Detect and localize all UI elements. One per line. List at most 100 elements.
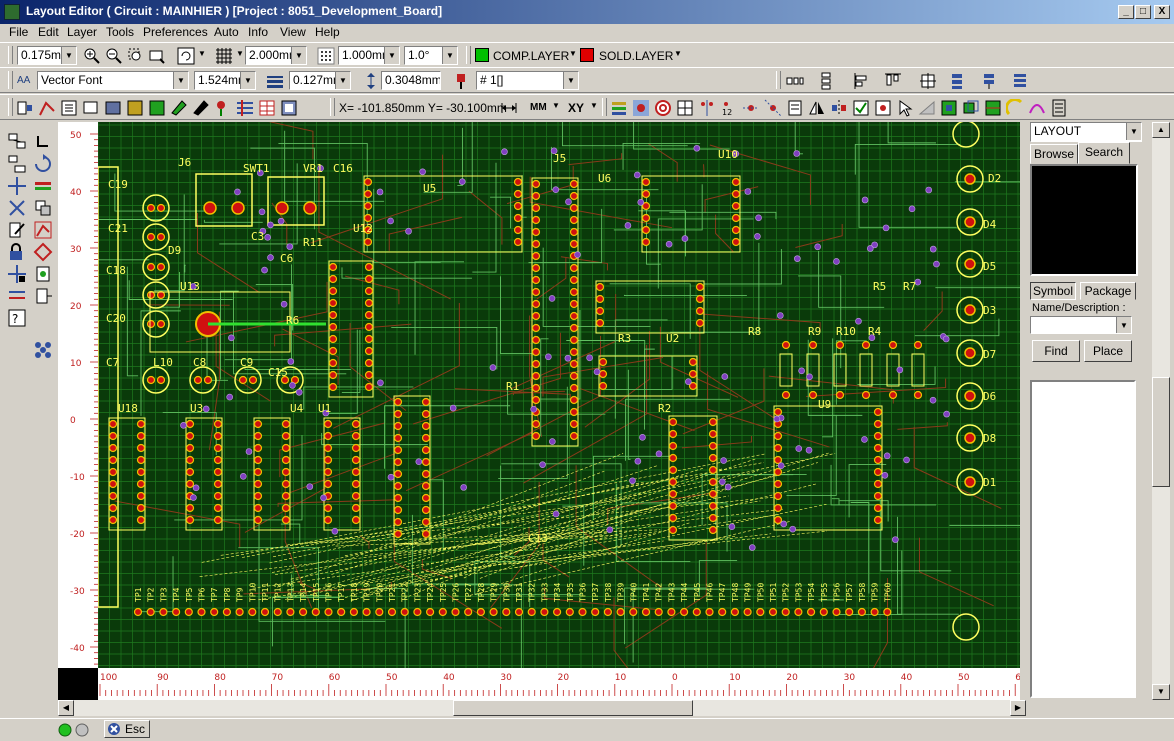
- tab-browse[interactable]: Browse: [1030, 144, 1078, 164]
- xy-mode-select[interactable]: XY: [568, 101, 584, 115]
- target-icon[interactable]: [654, 99, 672, 117]
- horizontal-scrollbar[interactable]: ◀ ▶: [58, 700, 1026, 716]
- hierarchy-icon[interactable]: [7, 132, 27, 152]
- grid-toggle-icon[interactable]: [676, 99, 694, 117]
- route-track-icon[interactable]: [33, 220, 53, 240]
- menu-auto[interactable]: Auto: [214, 25, 239, 39]
- undo-icon[interactable]: [33, 132, 53, 152]
- select-component-icon[interactable]: [16, 99, 34, 117]
- angle-select[interactable]: 1.0°▼: [404, 46, 458, 65]
- pcb-canvas[interactable]: TP1TP2TP3TP4TP5TP6TP7TP8TP9TP10TP11TP12T…: [58, 122, 1020, 700]
- toolbar-grip[interactable]: [602, 98, 607, 116]
- redraw-icon[interactable]: [177, 47, 195, 65]
- net-select[interactable]: # 1[]▼: [476, 71, 579, 90]
- swap-icon[interactable]: [918, 99, 936, 117]
- tab-search[interactable]: Search: [1078, 142, 1130, 164]
- array-icon[interactable]: [33, 340, 53, 360]
- pcb-drawing[interactable]: TP1TP2TP3TP4TP5TP6TP7TP8TP9TP10TP11TP12T…: [58, 122, 1020, 668]
- fill-area-icon[interactable]: [104, 99, 122, 117]
- pointer-icon[interactable]: [896, 99, 914, 117]
- rotate-icon[interactable]: [33, 154, 53, 174]
- move-icon[interactable]: [7, 176, 27, 196]
- chevron-down-icon[interactable]: ▼: [335, 72, 350, 89]
- scroll-up-arrow[interactable]: ▲: [1152, 122, 1170, 138]
- zoom-out-icon[interactable]: [105, 47, 123, 65]
- curve-icon[interactable]: [1028, 99, 1046, 117]
- route-icon[interactable]: [38, 99, 56, 117]
- board-view-icon[interactable]: [984, 99, 1002, 117]
- image-icon[interactable]: [280, 99, 298, 117]
- comp-layer-label[interactable]: COMP.LAYER: [493, 49, 569, 63]
- name-description-input[interactable]: ▼: [1030, 316, 1132, 334]
- chevron-down-icon[interactable]: ▼: [1116, 317, 1131, 334]
- menu-layer[interactable]: Layer: [67, 25, 97, 39]
- units-select[interactable]: MM: [530, 102, 547, 113]
- menu-help[interactable]: Help: [315, 25, 340, 39]
- autoroute-icon[interactable]: [742, 99, 760, 117]
- anchor-icon[interactable]: [33, 242, 53, 262]
- component-icon[interactable]: [33, 264, 53, 284]
- horizontal-scroll-thumb[interactable]: [453, 700, 693, 716]
- component-view-icon[interactable]: [632, 99, 650, 117]
- help-icon[interactable]: ?: [7, 308, 27, 328]
- align-left-icon[interactable]: [853, 72, 871, 90]
- pad-icon[interactable]: [214, 99, 232, 117]
- toolbar-grip[interactable]: [8, 98, 13, 116]
- lock-icon[interactable]: [7, 242, 27, 262]
- via-icon[interactable]: [192, 99, 210, 117]
- center-icon[interactable]: [919, 72, 937, 90]
- chevron-down-icon[interactable]: ▼: [61, 47, 76, 64]
- chevron-down-icon[interactable]: ▼: [674, 49, 682, 58]
- chevron-down-icon[interactable]: ▼: [236, 49, 244, 58]
- netlist-icon[interactable]: [1050, 99, 1068, 117]
- scroll-down-arrow[interactable]: ▼: [1152, 684, 1170, 700]
- menu-info[interactable]: Info: [248, 25, 268, 39]
- zoom-fit-icon[interactable]: [148, 47, 166, 65]
- align-vertical-icon[interactable]: [817, 72, 835, 90]
- chevron-down-icon[interactable]: ▼: [590, 101, 598, 110]
- numbering-icon[interactable]: 12: [720, 99, 738, 117]
- chevron-down-icon[interactable]: ▼: [384, 47, 399, 64]
- zoom-in-icon[interactable]: [83, 47, 101, 65]
- stack-icon[interactable]: [1011, 72, 1029, 90]
- menu-file[interactable]: File: [9, 25, 28, 39]
- snap-size-select[interactable]: 1.000mm▼: [338, 46, 400, 65]
- text-size-select[interactable]: 1.524mm▼: [194, 71, 256, 90]
- toolbar-grip[interactable]: [8, 46, 13, 64]
- chevron-down-icon[interactable]: ▼: [563, 72, 578, 89]
- escape-button[interactable]: Esc: [104, 720, 150, 738]
- text-icon[interactable]: [60, 99, 78, 117]
- net-highlight-icon[interactable]: [455, 72, 473, 90]
- app-icon[interactable]: [4, 4, 20, 20]
- netlist-tree-icon[interactable]: [7, 154, 27, 174]
- keepout-icon[interactable]: [170, 99, 188, 117]
- font-select[interactable]: Vector Font▼: [37, 71, 189, 90]
- rectangle-icon[interactable]: [82, 99, 100, 117]
- sold-layer-label[interactable]: SOLD.LAYER: [599, 49, 673, 63]
- toolbar-grip[interactable]: [776, 71, 781, 89]
- menu-tools[interactable]: Tools: [106, 25, 134, 39]
- clearance-field[interactable]: 0.3048mm: [381, 71, 441, 90]
- align-top-icon[interactable]: [884, 72, 902, 90]
- toolbar-grip[interactable]: [466, 46, 471, 64]
- toolbar-grip[interactable]: [8, 71, 13, 89]
- chevron-down-icon[interactable]: ▼: [198, 49, 206, 58]
- ratsnest-icon[interactable]: [764, 99, 782, 117]
- zoom-window-icon[interactable]: [127, 47, 145, 65]
- maximize-button[interactable]: □: [1135, 5, 1151, 19]
- grid-size-select[interactable]: 2.000mm▼: [245, 46, 307, 65]
- chevron-down-icon[interactable]: ▼: [240, 72, 255, 89]
- scroll-left-arrow[interactable]: ◀: [58, 700, 74, 716]
- menu-preferences[interactable]: Preferences: [143, 25, 208, 39]
- subtab-package[interactable]: Package: [1080, 282, 1136, 300]
- scroll-right-arrow[interactable]: ▶: [1010, 700, 1026, 716]
- align-horizontal-icon[interactable]: [786, 72, 804, 90]
- menu-view[interactable]: View: [280, 25, 306, 39]
- measure-icon[interactable]: [500, 99, 518, 117]
- flip-icon[interactable]: [830, 99, 848, 117]
- chevron-down-icon[interactable]: ▼: [569, 49, 577, 58]
- bus-icon[interactable]: [236, 99, 254, 117]
- track-icon[interactable]: [33, 176, 53, 196]
- line-width-select[interactable]: 0.127mm▼: [289, 71, 351, 90]
- menu-edit[interactable]: Edit: [38, 25, 59, 39]
